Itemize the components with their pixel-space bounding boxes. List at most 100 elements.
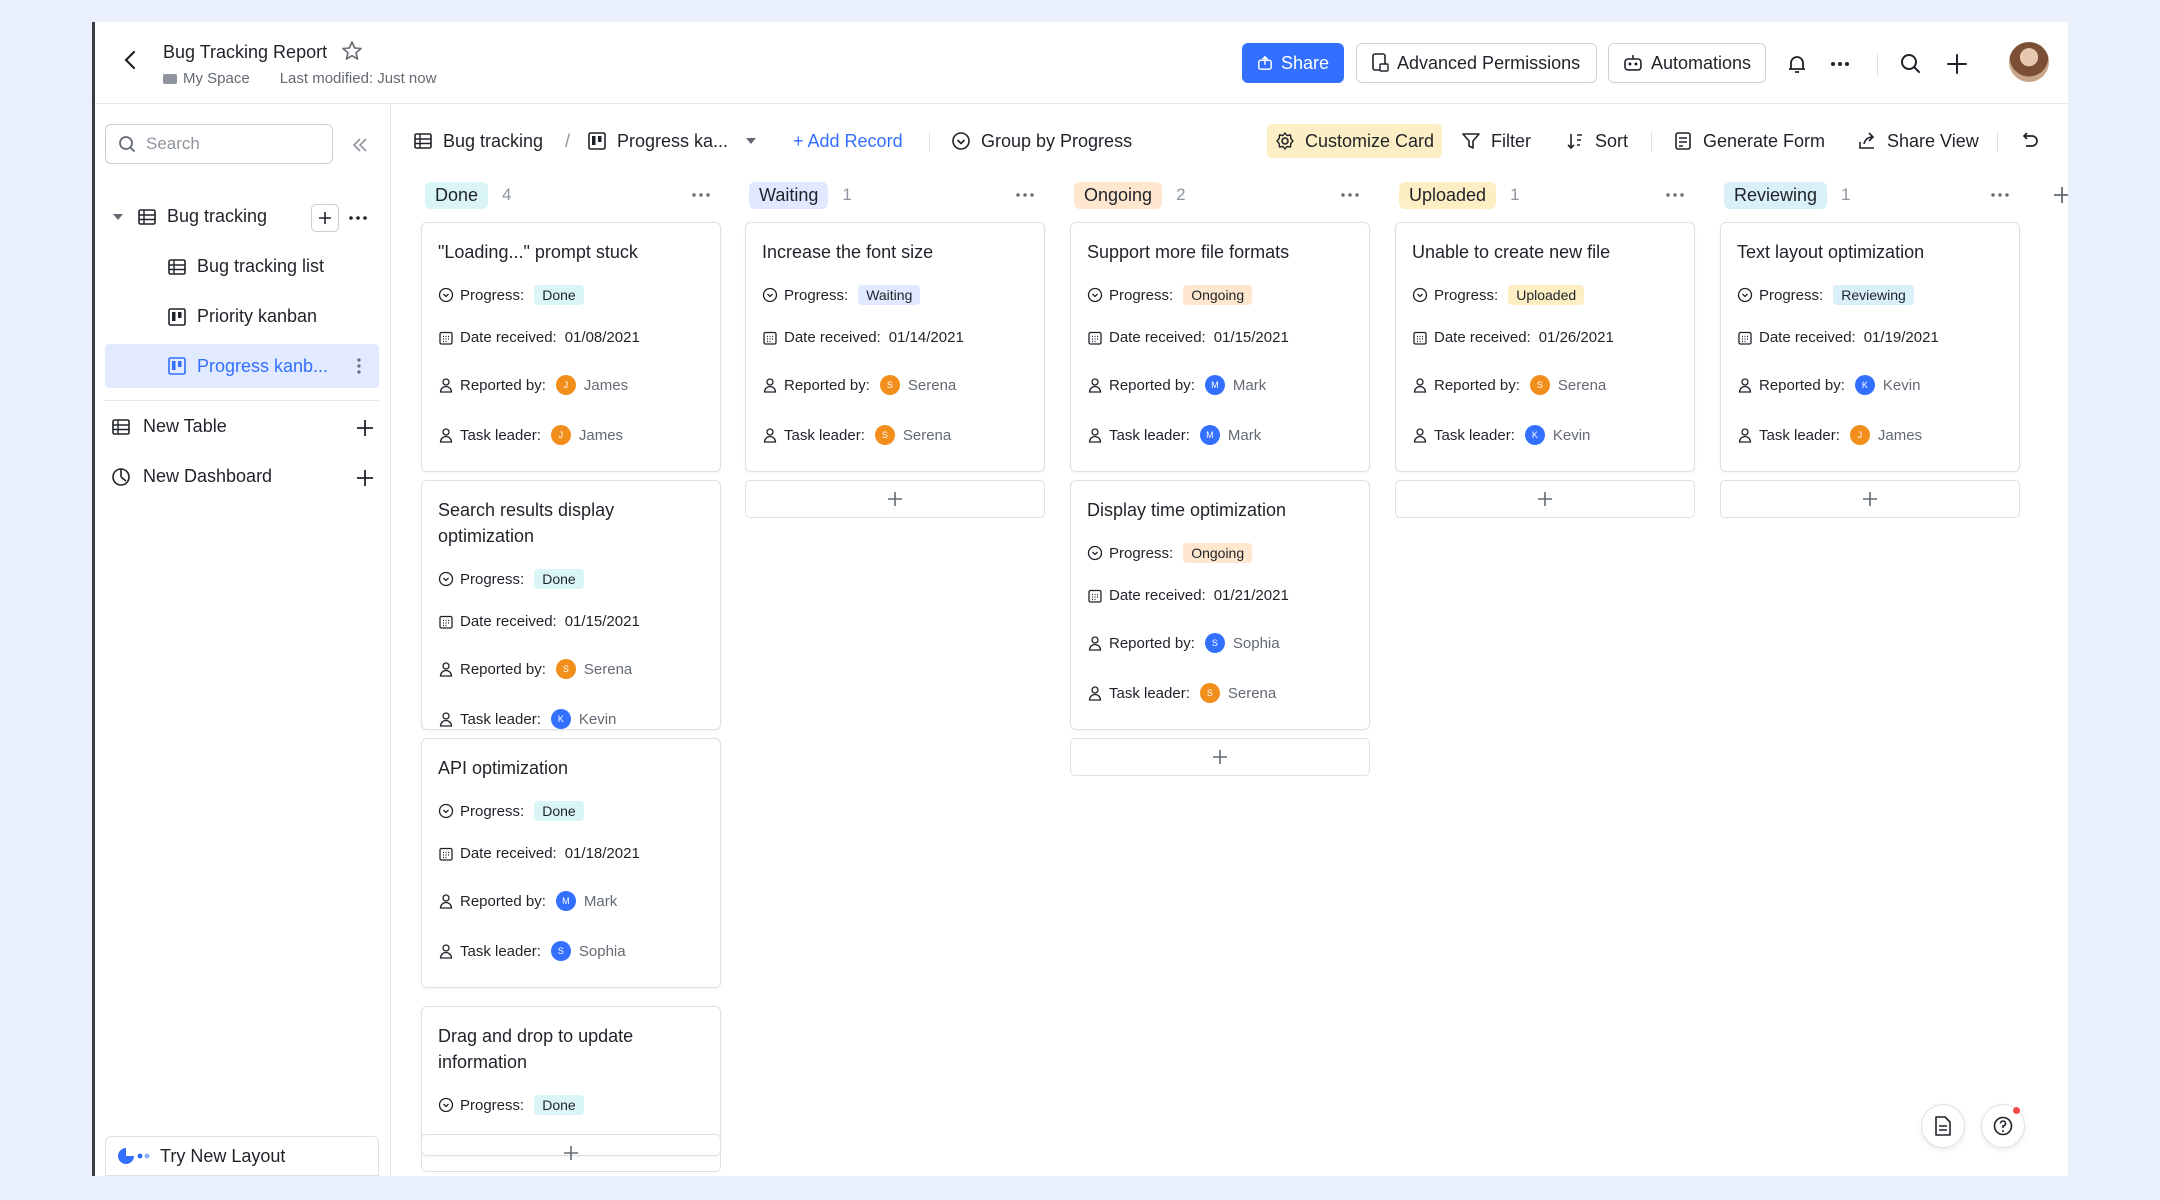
person-avatar: S (555, 659, 576, 679)
kanban-card[interactable]: API optimization Progress: Done Date receiv… (421, 738, 721, 988)
kanban-card[interactable]: Text layout optimization Progress: Reviewi… (1720, 222, 2020, 472)
person-name: Serena (902, 426, 952, 444)
vertical-more-icon[interactable] (349, 356, 369, 376)
try-new-layout-label: Try New Layout (160, 1145, 286, 1166)
sidebar-base-label: Bug tracking (167, 206, 268, 226)
field-label: Task leader: (460, 710, 541, 728)
column-more-icon[interactable] (1013, 185, 1037, 205)
sidebar-new-table[interactable]: New Table (111, 416, 227, 437)
redo-icon[interactable] (2067, 130, 2068, 152)
collapse-sidebar-icon[interactable] (349, 134, 371, 156)
kanban-card[interactable]: Display time optimization Progress: Ongoin… (1070, 480, 1370, 730)
sidebar-new-dashboard[interactable]: New Dashboard (111, 466, 272, 487)
person-avatar: K (550, 709, 571, 729)
advanced-permissions-button[interactable]: Advanced Permissions (1356, 43, 1597, 83)
add-card-button[interactable] (421, 1134, 721, 1172)
add-column-icon[interactable] (2053, 186, 2068, 204)
column-header-ongoing[interactable]: Ongoing 2 (1074, 180, 1186, 210)
person-name: Serena (1557, 376, 1607, 394)
search-input[interactable]: Search (105, 124, 333, 164)
field-label: Progress: (1109, 286, 1174, 304)
progress-tag: Done (534, 801, 584, 821)
plus-icon[interactable] (355, 418, 375, 438)
date-value: 01/19/2021 (1863, 329, 1939, 346)
table-icon (414, 133, 432, 149)
undo-icon[interactable] (2018, 130, 2040, 152)
automations-button[interactable]: Automations (1608, 43, 1766, 83)
field-label: Date received: (1434, 329, 1531, 346)
generate-form-button[interactable]: Generate Form (1673, 124, 1825, 158)
add-card-button[interactable] (1720, 480, 2020, 518)
user-avatar[interactable] (2009, 42, 2049, 82)
sidebar-item-priority-kanban[interactable]: Priority kanban (167, 306, 317, 327)
plus-icon (888, 492, 902, 506)
add-card-button[interactable] (1070, 738, 1370, 776)
space-name[interactable]: My Space (183, 70, 250, 87)
add-card-button[interactable] (1395, 480, 1695, 518)
kanban-card[interactable]: "Loading..." prompt stuck Progress: Done Da… (421, 222, 721, 472)
new-dashboard-label: New Dashboard (143, 466, 273, 486)
document-fab[interactable] (1921, 1104, 1965, 1148)
help-fab[interactable] (1981, 1104, 2025, 1148)
add-record-button[interactable]: + Add Record (793, 124, 903, 158)
sidebar-item-progress-kanban[interactable]: Progress kanb... (105, 344, 379, 388)
share-button[interactable]: Share (1242, 43, 1344, 83)
kanban-card[interactable]: Support more file formats Progress: Ongoin… (1070, 222, 1370, 472)
progress-field: Progress: Waiting (762, 285, 921, 305)
plus-icon[interactable] (355, 468, 375, 488)
more-icon[interactable] (1826, 50, 1854, 78)
progress-icon (438, 803, 454, 819)
kanban-card[interactable]: Increase the font size Progress: Waiting Da… (745, 222, 1045, 472)
kanban-card[interactable]: Search results display optimization Progr… (421, 480, 721, 730)
plus-icon[interactable] (1943, 50, 1971, 78)
column-header-done[interactable]: Done 4 (425, 180, 512, 210)
person-icon (439, 662, 453, 677)
column-more-icon[interactable] (1988, 185, 2012, 205)
person-icon (1088, 636, 1102, 651)
field-label: Task leader: (1434, 426, 1515, 444)
person-icon (1088, 686, 1102, 701)
column-header-reviewing[interactable]: Reviewing 1 (1724, 180, 1851, 210)
add-card-button[interactable] (745, 480, 1045, 518)
kanban-icon (168, 307, 186, 326)
view-selector[interactable]: Progress ka... (587, 124, 758, 158)
kanban-card[interactable]: Unable to create new file Progress: Upload… (1395, 222, 1695, 472)
sort-button[interactable]: Sort (1565, 124, 1628, 158)
person-name: Serena (907, 376, 957, 394)
card-title: Search results display optimization (438, 500, 615, 546)
field-label: Reported by: (1109, 634, 1195, 652)
column-more-icon[interactable] (689, 185, 713, 205)
add-to-base-button[interactable] (311, 204, 339, 232)
filter-button[interactable]: Filter (1461, 124, 1531, 158)
try-new-layout-button[interactable]: Try New Layout (105, 1136, 379, 1176)
table-tab[interactable]: Bug tracking (413, 124, 543, 158)
column-header-uploaded[interactable]: Uploaded 1 (1399, 180, 1520, 210)
column-more-icon[interactable] (1663, 185, 1687, 205)
sidebar-item-bug-tracking-list[interactable]: Bug tracking list (167, 256, 324, 277)
back-arrow-icon[interactable] (117, 46, 145, 74)
column-more-icon[interactable] (1338, 185, 1362, 205)
search-icon[interactable] (1897, 50, 1925, 78)
table-tab-label: Bug tracking (443, 130, 544, 151)
share-icon (1258, 55, 1272, 70)
progress-icon (438, 571, 454, 587)
person-icon (1088, 378, 1102, 393)
star-icon[interactable] (340, 39, 364, 63)
sidebar-base-bug-tracking[interactable]: Bug tracking (111, 206, 267, 227)
progress-icon (438, 1097, 454, 1113)
calendar-icon (1413, 331, 1427, 345)
bell-icon[interactable] (1783, 50, 1811, 78)
share-view-button[interactable]: Share View (1857, 124, 1979, 158)
card-title: Text layout optimization (1737, 242, 1925, 262)
date-value: 01/14/2021 (888, 329, 964, 346)
more-icon[interactable] (347, 208, 369, 228)
column-header-waiting[interactable]: Waiting 1 (749, 180, 852, 210)
header-divider (1877, 54, 1878, 76)
sidebar-item-label: Bug tracking list (197, 256, 325, 276)
date-value: 01/15/2021 (1213, 329, 1289, 346)
caret-down-icon[interactable] (111, 210, 125, 224)
date-field: Date received: 01/15/2021 (438, 613, 640, 630)
group-by-button[interactable]: Group by Progress (951, 124, 1132, 158)
column-count: 1 (842, 185, 852, 204)
customize-card-button[interactable]: Customize Card (1267, 124, 1443, 158)
